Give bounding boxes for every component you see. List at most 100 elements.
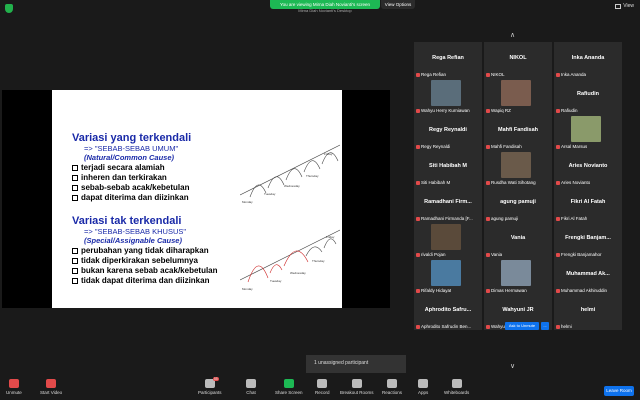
microphone-muted-icon [556, 252, 560, 257]
participant-name: Vania [510, 235, 526, 241]
participant-tile[interactable]: Ramadhani Firm... Ramadhani Firmanda [F..… [414, 186, 482, 222]
participant-label: rivaldi Pojan [416, 252, 446, 257]
shield-icon[interactable] [5, 4, 13, 13]
microphone-muted-icon [486, 180, 490, 185]
record-button[interactable]: Record [315, 379, 330, 395]
participant-label: Fikri Al Fatah [556, 216, 587, 221]
participant-name: Regy Reynaldi [429, 127, 467, 133]
chat-button[interactable]: Chat [246, 379, 256, 395]
chat-icon [246, 379, 256, 388]
section2-sub2: (Special/Assignable Cause) [84, 236, 182, 245]
leave-room-button[interactable]: Leave Room [604, 386, 634, 396]
participant-video [501, 80, 531, 106]
view-button[interactable]: View [615, 3, 634, 9]
participant-tile[interactable]: Vania Vania [484, 222, 552, 258]
diagram1-label: Friday [324, 152, 333, 156]
participant-video [431, 80, 461, 106]
participant-tile[interactable]: Rusdha Wati Sihotang [484, 150, 552, 186]
microphone-muted-icon [416, 144, 420, 149]
participant-label: Muhammad Akhiruddin [556, 288, 607, 293]
meeting-toolbar: Unmute Start Video 55 Participants Chat … [0, 376, 640, 400]
participant-tile[interactable]: Aphrodito Safru... Aphrodito Safrudin Ben… [414, 294, 482, 330]
gallery-next-icon[interactable]: ∨ [510, 362, 515, 370]
video-off-icon [46, 379, 57, 388]
participant-tile[interactable]: agung pamuji agung pamuji [484, 186, 552, 222]
section1-sub2: (Natural/Common Cause) [84, 153, 175, 162]
participant-tile[interactable]: Fikri Al Fatah Fikri Al Fatah [554, 186, 622, 222]
shared-screen: Variasi yang terkendali => "SEBAB-SEBAB … [2, 90, 390, 308]
participant-label: Dimas Hermawan [486, 288, 527, 293]
participants-icon: 55 [204, 377, 219, 388]
more-options-button[interactable]: ... [541, 322, 549, 330]
section1-sub: => "SEBAB-SEBAB UMUM" [84, 144, 179, 153]
participant-tile[interactable]: Inka Ananda Inka Ananda [554, 42, 622, 78]
section2-title: Variasi tak terkendali [72, 215, 182, 227]
participant-tile[interactable]: Arsal Marsus [554, 114, 622, 150]
participant-label: Wapiq RZ [486, 108, 511, 113]
participant-name: Fikri Al Fatah [570, 199, 606, 205]
participant-tile[interactable]: Rega Refian Rega Refian [414, 42, 482, 78]
start-video-button[interactable]: Start Video [40, 379, 62, 395]
participant-name: Aries Novianto [568, 163, 608, 169]
participant-label: Regy Reynaldi [416, 144, 450, 149]
participant-video [431, 224, 461, 250]
diagram2-label: Monday [242, 287, 253, 291]
microphone-muted-icon [556, 288, 560, 293]
participant-tile[interactable]: Muhammad Ak... Muhammad Akhiruddin [554, 258, 622, 294]
participant-label: Vania [486, 252, 502, 257]
reactions-button[interactable]: Reactions [382, 379, 402, 395]
breakout-rooms-icon [351, 379, 362, 388]
participant-tile[interactable]: Wahyu Herry Kurniawan [414, 78, 482, 114]
participant-tile[interactable]: rivaldi Pojan [414, 222, 482, 258]
unmute-button[interactable]: Unmute [6, 379, 22, 395]
breakout-rooms-button[interactable]: Breakout Rooms [340, 379, 374, 395]
participant-tile[interactable]: Rifaldy Hidayat [414, 258, 482, 294]
participant-label: Arsal Marsus [556, 144, 587, 149]
participant-tile[interactable]: NIKOL NIKOL [484, 42, 552, 78]
participant-label: helmi [556, 324, 572, 329]
whiteboards-button[interactable]: Whiteboards [444, 379, 469, 395]
participant-name: Ramadhani Firm... [424, 199, 472, 205]
microphone-muted-icon [486, 324, 490, 329]
participant-tile[interactable]: Frengki Banjam... Frengki Banjamahor [554, 222, 622, 258]
participant-tile[interactable]: Wapiq RZ [484, 78, 552, 114]
microphone-muted-icon [556, 324, 560, 329]
view-options-button[interactable]: View Options [381, 0, 415, 9]
microphone-muted-icon [416, 72, 420, 77]
participant-label: Inka Ananda [556, 72, 586, 77]
diagram2-label: Friday [326, 235, 335, 239]
participant-tile[interactable]: Siti Habibah M Siti Habibah M [414, 150, 482, 186]
share-screen-button[interactable]: Share Screen [275, 379, 303, 395]
participant-name: Aphrodito Safru... [424, 307, 472, 313]
participant-tile[interactable]: Regy Reynaldi Regy Reynaldi [414, 114, 482, 150]
zoom-window: You are viewing Mirna Diah Novianti's sc… [0, 0, 640, 400]
microphone-muted-icon [556, 216, 560, 221]
distribution-diagram-1: Monday Tuesday Wednesday Thursday Friday [240, 144, 340, 204]
share-screen-icon [283, 379, 294, 388]
microphone-muted-icon [416, 216, 420, 221]
ask-to-unmute-button[interactable]: Ask to Unmute [505, 322, 539, 330]
microphone-muted-icon [486, 252, 490, 257]
participant-tile[interactable]: Dimas Hermawan [484, 258, 552, 294]
participant-tile[interactable]: Rafiudin Rafiudin [554, 78, 622, 114]
participant-tile[interactable]: Aries Novianto Aries Novianto [554, 150, 622, 186]
bullet: tidak dapat diterima dan diizinkan [72, 276, 218, 285]
apps-button[interactable]: Apps [418, 379, 428, 395]
participants-button[interactable]: 55 Participants [198, 377, 222, 395]
microphone-muted-icon [486, 216, 490, 221]
participant-name: Wahyuni JR [502, 307, 534, 313]
participant-label: Rifaldy Hidayat [416, 288, 451, 293]
record-icon [317, 379, 328, 388]
microphone-muted-icon [8, 379, 19, 388]
participant-label: Rafiudin [556, 108, 578, 113]
bullet: tidak diperkirakan sebelumnya [72, 256, 218, 265]
participant-video [571, 116, 601, 142]
unassigned-participants-notice[interactable]: 1 unassigned participant [306, 355, 406, 373]
gallery-prev-icon[interactable]: ∧ [510, 31, 515, 39]
microphone-muted-icon [556, 144, 560, 149]
participant-tile[interactable]: Mahfi Fandisah Mahfi Fandisah [484, 114, 552, 150]
participant-tile[interactable]: helmi helmi [554, 294, 622, 330]
participant-name: helmi [580, 307, 596, 313]
section2-sub: => "SEBAB-SEBAB KHUSUS" [84, 227, 187, 236]
microphone-muted-icon [416, 288, 420, 293]
